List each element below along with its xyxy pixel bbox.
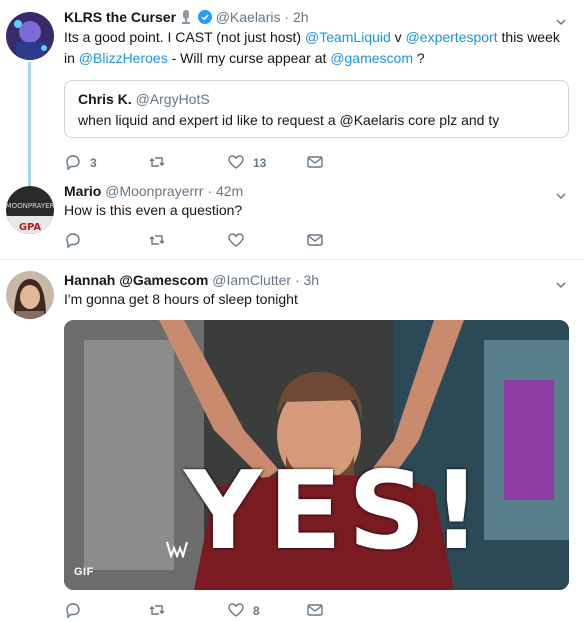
display-name[interactable]: Hannah @Gamescom bbox=[64, 272, 208, 288]
gif-media[interactable]: YES! GIF bbox=[64, 320, 569, 590]
wwe-logo-icon bbox=[166, 540, 188, 560]
chevron-down-icon[interactable] bbox=[556, 277, 566, 289]
like-button[interactable]: 8 bbox=[227, 601, 260, 621]
handle[interactable]: @IamClutter bbox=[212, 272, 291, 288]
reply-button[interactable] bbox=[64, 601, 90, 621]
timestamp[interactable]: 3h bbox=[304, 272, 320, 288]
tweet-actions: 8 bbox=[64, 601, 484, 621]
gif-badge: GIF bbox=[74, 566, 94, 578]
retweet-icon bbox=[148, 601, 166, 622]
envelope-icon bbox=[306, 601, 324, 622]
tweet-text: I'm gonna get 8 hours of sleep tonight bbox=[64, 291, 298, 307]
gif-overlay-text: YES! bbox=[184, 449, 488, 574]
heart-icon bbox=[227, 601, 245, 622]
tweet-header: Hannah @Gamescom @IamClutter · 3h bbox=[64, 272, 319, 288]
reply-icon bbox=[64, 601, 82, 622]
like-count: 8 bbox=[253, 604, 260, 618]
tweet-hannah[interactable]: Hannah @Gamescom @IamClutter · 3h I'm go… bbox=[0, 0, 584, 622]
direct-message-button[interactable] bbox=[306, 601, 324, 621]
avatar-hannah[interactable] bbox=[6, 271, 54, 319]
separator-dot: · bbox=[294, 272, 300, 288]
retweet-button[interactable] bbox=[148, 601, 174, 621]
